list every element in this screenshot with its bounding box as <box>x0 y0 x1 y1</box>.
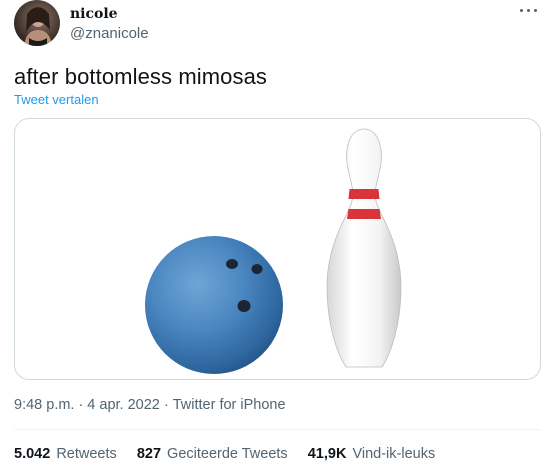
likes-stat[interactable]: 41,9K Vind-ik-leuks <box>308 446 435 462</box>
more-dot <box>520 9 523 12</box>
avatar[interactable] <box>14 0 60 46</box>
bowling-illustration <box>145 128 402 374</box>
translate-tweet-link[interactable]: Tweet vertalen <box>14 92 99 107</box>
tweet-time[interactable]: 9:48 p.m. <box>14 397 74 413</box>
more-dot <box>527 9 530 12</box>
display-name[interactable]: nicole <box>70 6 118 22</box>
meta-separator: · <box>163 397 169 413</box>
tweet-stats: 5.042 Retweets 827 Geciteerde Tweets 41,… <box>14 446 451 462</box>
tweet-text: after bottomless mimosas <box>14 64 268 89</box>
retweets-stat[interactable]: 5.042 Retweets <box>14 446 117 462</box>
tweet-date[interactable]: 4 apr. 2022 <box>87 397 160 413</box>
bowling-ball-icon <box>145 236 283 374</box>
retweets-label: Retweets <box>56 446 117 462</box>
likes-count: 41,9K <box>307 446 347 462</box>
divider <box>14 429 541 430</box>
likes-label: Vind-ik-leuks <box>352 446 436 462</box>
user-handle[interactable]: @znanicole <box>70 25 149 42</box>
tweet-meta: 9:48 p.m. · 4 apr. 2022 · Twitter for iPhone <box>14 397 286 413</box>
quote-tweets-stat[interactable]: 827 Geciteerde Tweets <box>137 446 288 462</box>
quotes-label: Geciteerde Tweets <box>167 446 288 462</box>
avatar-photo <box>24 7 52 46</box>
retweets-count: 5.042 <box>14 446 51 462</box>
tweet-source[interactable]: Twitter for iPhone <box>173 397 286 413</box>
tweet-header: nicole @znanicole <box>14 0 541 52</box>
more-horizontal-icon[interactable] <box>517 4 541 18</box>
meta-separator: · <box>78 397 84 413</box>
quotes-count: 827 <box>136 446 162 462</box>
more-dot <box>534 9 537 12</box>
tweet-media[interactable] <box>14 118 541 380</box>
bowling-pin-icon <box>326 128 402 368</box>
